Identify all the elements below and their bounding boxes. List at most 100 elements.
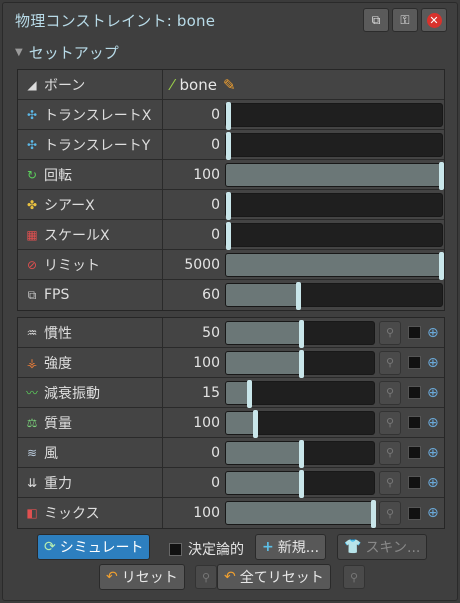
strength-slider[interactable] (225, 349, 375, 378)
close-button[interactable]: ✕ (421, 8, 447, 32)
inertia-global-checkbox[interactable] (408, 326, 421, 339)
shear-x-label: シアーX (44, 197, 95, 214)
gravity-value[interactable]: 0 (163, 475, 225, 491)
title-bar: 物理コンストレイント: bone ⧉ ⚿ ✕ (3, 3, 457, 37)
damping-key-button[interactable]: ⚲ (379, 380, 401, 405)
globe-icon: ⊕ (427, 505, 439, 521)
translate-x-slider-handle[interactable] (226, 101, 231, 130)
scale-x-slider[interactable] (225, 221, 443, 250)
plus-icon: + (262, 539, 274, 555)
mix-slider[interactable] (225, 500, 376, 528)
skin-button[interactable]: 👕 スキン... (337, 534, 428, 560)
rotate-slider-handle[interactable] (439, 161, 444, 190)
limit-slider[interactable] (225, 251, 444, 280)
rotate-slider[interactable] (225, 161, 444, 190)
shear-x-slider[interactable] (225, 191, 443, 220)
mass-slider-handle[interactable] (253, 409, 258, 438)
translate-y-slider-handle[interactable] (226, 131, 231, 160)
fps-slider[interactable] (225, 282, 443, 310)
mass-global-checkbox[interactable] (408, 416, 421, 429)
reset-all-icon: ↶ (224, 569, 236, 585)
inertia-label: 慣性 (44, 325, 72, 342)
deterministic-checkbox[interactable]: 決定論的 (169, 539, 244, 559)
scale-x-slider-handle[interactable] (226, 221, 231, 250)
setup-section-header[interactable]: ▼ セットアップ (15, 41, 119, 63)
copy-icon[interactable]: ⧉ (363, 8, 389, 32)
strength-global-checkbox[interactable] (408, 356, 421, 369)
wind-icon: ≋ (26, 445, 38, 460)
fps-label: FPS (44, 287, 70, 303)
translate-x-value[interactable]: 0 (163, 107, 225, 123)
scale-x-value[interactable]: 0 (163, 227, 225, 243)
deterministic-box[interactable] (169, 542, 182, 556)
mix-value[interactable]: 100 (163, 505, 225, 521)
collapse-triangle-icon: ▼ (15, 46, 23, 58)
shear-x-value[interactable]: 0 (163, 197, 225, 213)
row-translate-x: ✣ トランスレートX 0 (18, 100, 444, 130)
gravity-global-checkbox[interactable] (408, 476, 421, 489)
limit-label: リミット (44, 257, 100, 274)
wind-slider[interactable] (225, 439, 375, 468)
strength-key-button[interactable]: ⚲ (379, 350, 401, 375)
limit-value[interactable]: 5000 (163, 257, 225, 273)
bone-selector[interactable]: ⁄ bone ✎ (163, 76, 236, 94)
inertia-slider[interactable] (225, 319, 375, 348)
translate-y-value[interactable]: 0 (163, 137, 225, 153)
simulate-button[interactable]: ⟳ シミュレート (37, 534, 151, 560)
inertia-key-button[interactable]: ⚲ (379, 320, 401, 345)
translate-y-slider[interactable] (225, 131, 443, 160)
skin-icon: 👕 (344, 539, 362, 555)
gravity-slider[interactable] (225, 469, 375, 498)
limit-slider-handle[interactable] (439, 251, 444, 280)
simulate-label: シミュレート (59, 540, 144, 556)
translate-x-icon: ✣ (26, 107, 38, 122)
damping-value[interactable]: 15 (163, 385, 225, 401)
reset-key-button[interactable]: ⚲ (195, 565, 217, 589)
mass-key-button[interactable]: ⚲ (379, 410, 401, 435)
translate-x-label: トランスレートX (44, 107, 152, 124)
skin-label: スキン... (365, 540, 421, 556)
pick-bone-icon[interactable]: ✎ (223, 76, 236, 94)
gravity-slider-handle[interactable] (299, 469, 304, 498)
wind-slider-handle[interactable] (299, 439, 304, 468)
reset-all-label: 全てリセット (239, 570, 324, 586)
simulate-icon: ⟳ (44, 539, 56, 555)
gravity-key-button[interactable]: ⚲ (379, 470, 401, 495)
bone-row: ◢ ボーン ⁄ bone ✎ (18, 70, 444, 100)
mix-slider-handle[interactable] (371, 500, 376, 528)
wind-key-button[interactable]: ⚲ (379, 440, 401, 465)
reset-all-button[interactable]: ↶ 全てリセット (217, 564, 331, 590)
wind-value[interactable]: 0 (163, 445, 225, 461)
deterministic-label: 決定論的 (188, 542, 244, 558)
reset-button[interactable]: ↶ リセット (99, 564, 185, 590)
rotate-value[interactable]: 100 (163, 167, 225, 183)
fps-value[interactable]: 60 (163, 287, 225, 303)
globe-icon: ⊕ (427, 384, 439, 401)
strength-slider-handle[interactable] (299, 349, 304, 378)
damping-global-checkbox[interactable] (408, 386, 421, 399)
key-icon[interactable]: ⚿ (392, 8, 418, 32)
close-icon: ✕ (426, 12, 442, 28)
shear-x-slider-handle[interactable] (226, 191, 231, 220)
new-button[interactable]: + 新規... (255, 534, 327, 560)
mix-global-checkbox[interactable] (408, 506, 421, 520)
row-wind: ≋ 風 0 ⚲ ⊕ (18, 438, 444, 468)
mix-key-button[interactable]: ⚲ (379, 501, 401, 525)
damping-slider[interactable] (225, 379, 375, 408)
gravity-icon: ⇊ (26, 475, 38, 490)
mix-label: ミックス (44, 506, 100, 522)
inertia-value[interactable]: 50 (163, 325, 225, 341)
damping-label: 減衰振動 (44, 385, 100, 402)
wind-label: 風 (44, 445, 58, 462)
mass-slider[interactable] (225, 409, 375, 438)
inertia-slider-handle[interactable] (299, 319, 304, 348)
globe-icon: ⊕ (427, 414, 439, 431)
wind-global-checkbox[interactable] (408, 446, 421, 459)
damping-slider-handle[interactable] (247, 379, 252, 408)
fps-icon: ⧉ (27, 287, 37, 302)
strength-value[interactable]: 100 (163, 355, 225, 371)
mass-value[interactable]: 100 (163, 415, 225, 431)
reset-all-key-button[interactable]: ⚲ (343, 565, 365, 589)
fps-slider-handle[interactable] (296, 282, 301, 310)
translate-x-slider[interactable] (225, 101, 443, 130)
